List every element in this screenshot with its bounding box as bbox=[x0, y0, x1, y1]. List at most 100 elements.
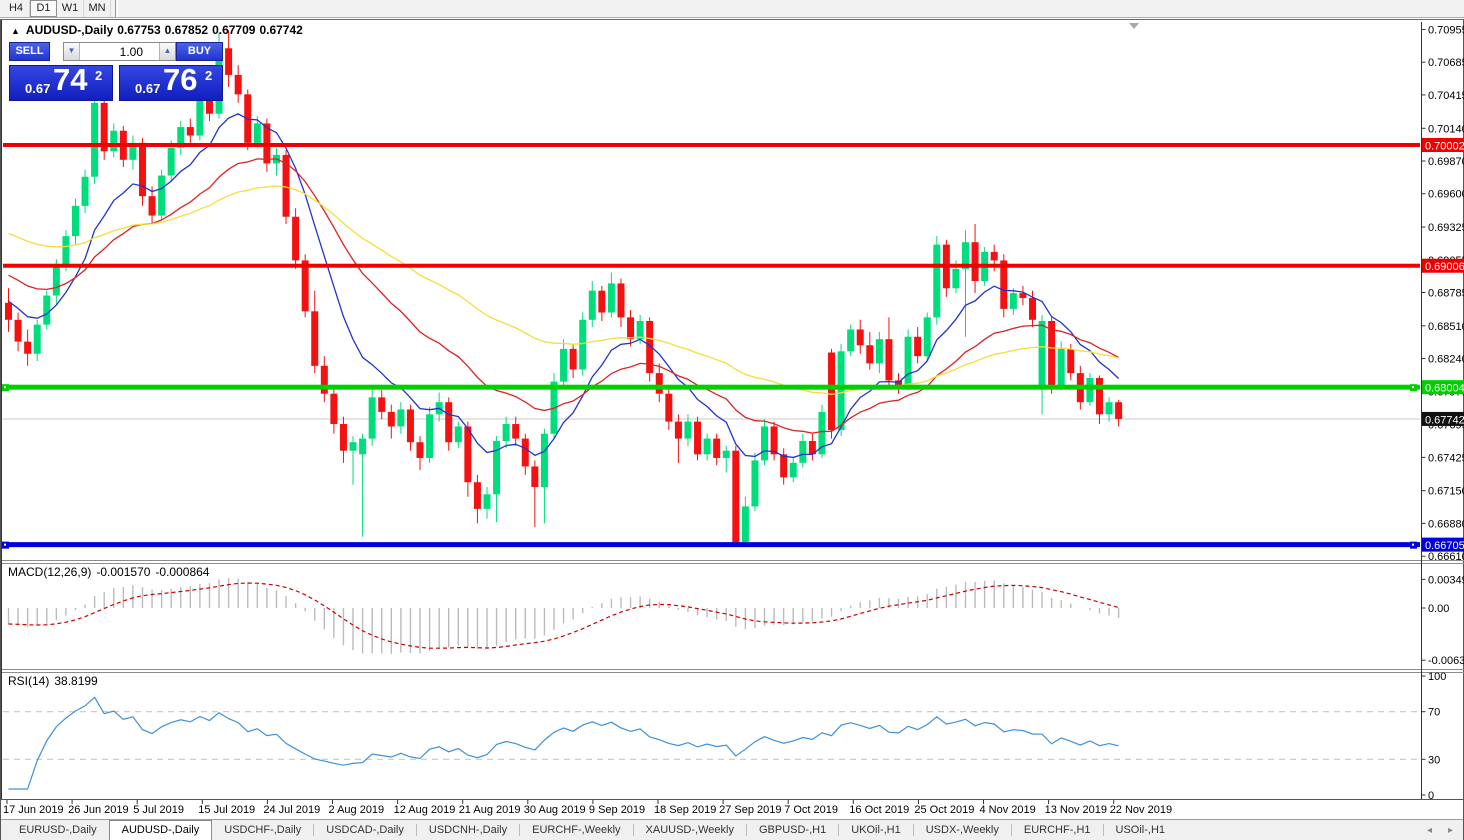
candle-body bbox=[484, 494, 491, 509]
tab-usoil-h1[interactable]: USOil-,H1 bbox=[1104, 820, 1178, 840]
toolbar-separator bbox=[115, 0, 118, 17]
moving-average-25 bbox=[9, 159, 1119, 433]
buy-button[interactable]: BUY bbox=[176, 42, 223, 61]
candle-body bbox=[857, 329, 864, 345]
candle-body bbox=[350, 442, 357, 450]
candle-body bbox=[149, 196, 156, 215]
timeframe-button-h4[interactable]: H4 bbox=[3, 0, 30, 17]
tab-scroll-left-icon[interactable]: ◂ bbox=[1427, 825, 1432, 836]
candle-body bbox=[991, 252, 998, 260]
date-label-4: 24 Jul 2019 bbox=[263, 804, 320, 816]
price-tick-0.70955: 0.70955 bbox=[1428, 24, 1464, 36]
candle-body bbox=[608, 283, 615, 312]
date-label-11: 27 Sep 2019 bbox=[719, 804, 781, 816]
hline-0.69006[interactable] bbox=[3, 264, 1420, 268]
ohlc-open: 0.67753 bbox=[117, 23, 160, 37]
hline-handle-dot bbox=[4, 386, 6, 388]
hline-0.68004[interactable] bbox=[3, 385, 1420, 390]
volume-input[interactable] bbox=[80, 43, 159, 60]
tab-ukoil-h1[interactable]: UKOil-,H1 bbox=[839, 820, 913, 840]
candle-body bbox=[1086, 378, 1093, 402]
candle-body bbox=[924, 317, 931, 356]
tab-usdcad-daily[interactable]: USDCAD-,Daily bbox=[314, 820, 416, 840]
sell-button[interactable]: SELL bbox=[9, 42, 50, 61]
tab-usdx-weekly[interactable]: USDX-,Weekly bbox=[914, 820, 1011, 840]
rsi-indicator-header: RSI(14)38.8199 bbox=[8, 674, 103, 688]
date-label-12: 7 Oct 2019 bbox=[784, 804, 838, 816]
candle-body bbox=[742, 506, 749, 542]
candle-body bbox=[531, 466, 538, 487]
candle-body bbox=[187, 127, 194, 135]
candle-body bbox=[196, 97, 203, 136]
one-click-trading-panel: SELL ▼ ▲ BUY 0.67 74 2 0.67 76 2 bbox=[9, 42, 223, 101]
candle-body bbox=[723, 451, 730, 458]
candle-body bbox=[1029, 298, 1036, 320]
candle-body bbox=[15, 320, 22, 342]
timeframe-button-w1[interactable]: W1 bbox=[57, 0, 84, 17]
volume-increase-icon[interactable]: ▲ bbox=[159, 43, 175, 60]
candle-body bbox=[359, 439, 366, 455]
sell-price-digits: 74 bbox=[53, 62, 87, 98]
volume-decrease-icon[interactable]: ▼ bbox=[64, 43, 80, 60]
candle-body bbox=[426, 414, 433, 458]
chart-shift-marker-icon[interactable] bbox=[1129, 23, 1139, 29]
tab-eurchf-weekly[interactable]: EURCHF-,Weekly bbox=[520, 820, 632, 840]
tab-usdchf-daily[interactable]: USDCHF-,Daily bbox=[212, 820, 313, 840]
candle-body bbox=[627, 317, 634, 339]
candle-body bbox=[417, 442, 424, 458]
date-label-16: 13 Nov 2019 bbox=[1045, 804, 1107, 816]
candle-body bbox=[407, 409, 414, 442]
candle-body bbox=[598, 291, 605, 313]
hline-0.66705[interactable] bbox=[3, 542, 1420, 547]
volume-stepper: ▼ ▲ bbox=[63, 42, 176, 61]
candle-body bbox=[732, 451, 739, 543]
date-label-7: 21 Aug 2019 bbox=[459, 804, 521, 816]
price-tick-0.69600: 0.69600 bbox=[1428, 189, 1464, 201]
buy-price-button[interactable]: 0.67 76 2 bbox=[119, 65, 223, 101]
rsi-line bbox=[9, 697, 1119, 789]
hline-handle-dot bbox=[1412, 544, 1414, 546]
candle-body bbox=[704, 439, 711, 455]
tab-gbpusd-h1[interactable]: GBPUSD-,H1 bbox=[747, 820, 838, 840]
candle-body bbox=[474, 482, 481, 509]
date-label-5: 2 Aug 2019 bbox=[329, 804, 385, 816]
candle-body bbox=[72, 206, 79, 236]
ohlc-low: 0.67709 bbox=[212, 23, 255, 37]
sell-price-button[interactable]: 0.67 74 2 bbox=[9, 65, 113, 101]
hline-0.70002[interactable] bbox=[3, 143, 1420, 147]
hline-handle-dot bbox=[1412, 386, 1414, 388]
collapse-triangle-icon[interactable]: ▲ bbox=[11, 26, 20, 36]
timeframe-button-d1[interactable]: D1 bbox=[30, 0, 57, 17]
rsi-label: RSI(14) bbox=[8, 674, 49, 688]
tab-xauusd-weekly[interactable]: XAUUSD-,Weekly bbox=[634, 820, 746, 840]
candle-body bbox=[302, 260, 309, 311]
tab-scroll-right-icon[interactable]: ▸ bbox=[1448, 825, 1453, 836]
candle-body bbox=[110, 131, 117, 152]
tab-audusd-daily[interactable]: AUDUSD-,Daily bbox=[109, 820, 213, 840]
rsi-tick: 100 bbox=[1428, 671, 1446, 683]
candle-body bbox=[914, 337, 921, 356]
candle-body bbox=[560, 349, 567, 382]
candle-body bbox=[1106, 402, 1113, 414]
macd-tick: 0.00 bbox=[1428, 603, 1449, 615]
candle-body bbox=[82, 177, 89, 206]
candle-body bbox=[713, 439, 720, 458]
candle-body bbox=[847, 329, 854, 351]
tab-eurusd-daily[interactable]: EURUSD-,Daily bbox=[7, 820, 109, 840]
price-tick-0.67150: 0.67150 bbox=[1428, 486, 1464, 498]
candle-body bbox=[570, 349, 577, 370]
ohlc-close: 0.67742 bbox=[259, 23, 302, 37]
buy-price-point: 2 bbox=[205, 68, 212, 83]
tab-eurchf-h1[interactable]: EURCHF-,H1 bbox=[1012, 820, 1103, 840]
buy-price-prefix: 0.67 bbox=[135, 81, 160, 96]
tab-usdcnh-daily[interactable]: USDCNH-,Daily bbox=[417, 820, 519, 840]
candle-body bbox=[340, 424, 347, 451]
candle-body bbox=[464, 426, 471, 482]
symbol-tab-bar: EURUSD-,DailyAUDUSD-,DailyUSDCHF-,DailyU… bbox=[1, 819, 1463, 840]
candle-body bbox=[684, 422, 691, 439]
date-label-6: 12 Aug 2019 bbox=[394, 804, 456, 816]
candle-body bbox=[445, 402, 452, 442]
candle-body bbox=[53, 264, 60, 296]
candle-body bbox=[694, 422, 701, 455]
timeframe-button-mn[interactable]: MN bbox=[84, 0, 111, 17]
